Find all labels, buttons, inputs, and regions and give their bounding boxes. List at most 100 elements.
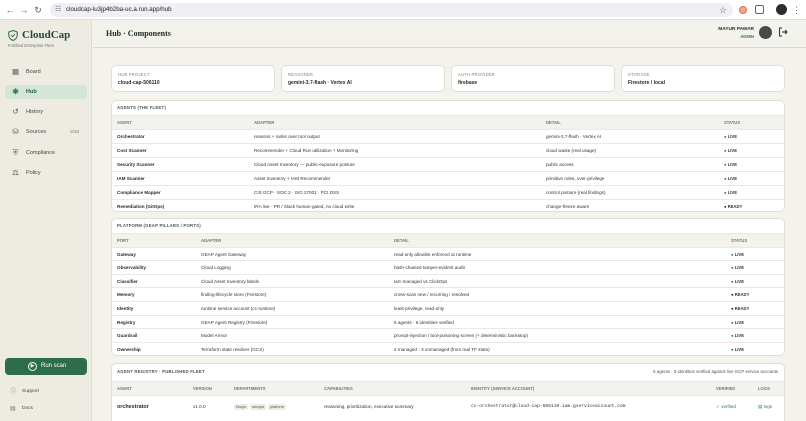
table-row[interactable]: Guardrail Model Armor prompt-injection /…: [112, 328, 784, 342]
brand-name: CloudCap: [22, 29, 71, 41]
sidebar-item-label: Compliance: [26, 150, 56, 156]
department-tag: platform: [268, 404, 286, 410]
url-text[interactable]: cloudcap-lu3jp4b2ba-uc.a.run.app/hub: [66, 3, 172, 17]
logs-link[interactable]: ▤ logs: [758, 396, 772, 418]
help-icon: ⓘ: [10, 389, 17, 395]
port-detail: prompt-injection / tool-poisoning screen…: [394, 333, 528, 339]
scales-icon: ⚖: [12, 168, 19, 177]
support-label: Support: [22, 389, 39, 394]
user-role: ADMIN: [740, 34, 754, 39]
table-header: AGENT ADAPTER DETAIL STATUS: [112, 115, 784, 129]
sidebar-item-compliance[interactable]: ⛨ Compliance: [5, 146, 87, 160]
department-tags: finops secops platform: [234, 396, 288, 418]
site-info-icon[interactable]: ☷: [55, 5, 61, 15]
status-text: READY: [734, 306, 750, 311]
extensions-puzzle-icon[interactable]: [755, 5, 764, 14]
port-detail: 6 agents · 6 identities verified: [394, 319, 454, 325]
forward-icon[interactable]: →: [18, 4, 30, 16]
port-detail: hash-chained tamper-evident audit: [394, 265, 465, 271]
table-row[interactable]: Security Scanner Cloud Asset Inventory —…: [112, 157, 784, 171]
bookmark-star-icon[interactable]: ☆: [719, 4, 727, 16]
port-name: Memory: [117, 292, 135, 298]
status-badge: ● LIVE: [724, 148, 738, 153]
user-name: MAYUR PAWAR: [718, 27, 754, 32]
port-name: Ownership: [117, 346, 141, 352]
play-icon: ▶: [28, 362, 37, 371]
run-scan-label: Run scan: [41, 363, 67, 369]
status-badge: ● LIVE: [731, 333, 745, 339]
profile-avatar[interactable]: [776, 4, 787, 15]
status-badge: ● LIVE: [724, 134, 738, 139]
col-header: PORT: [117, 238, 129, 243]
sidebar: CloudCap Fortified Enterprise Fleet ▦ Bo…: [0, 20, 92, 421]
run-scan-button[interactable]: ▶ Run scan: [5, 358, 87, 375]
port-adapter: Cloud Asset Inventory labels: [201, 278, 259, 284]
grid-icon: ▦: [11, 67, 20, 76]
table-row[interactable]: Memory finding-lifecycle store (Firestor…: [112, 287, 784, 301]
sidebar-item-hub[interactable]: ❋ Hub: [5, 85, 87, 99]
table-row[interactable]: Classifier Cloud Asset Inventory labels …: [112, 273, 784, 288]
status-text: LIVE: [734, 333, 745, 339]
reload-icon[interactable]: ↻: [32, 4, 44, 16]
avatar[interactable]: [759, 26, 772, 39]
agent-version: v1.0.0: [193, 404, 206, 409]
port-adapter: Cloud Logging: [201, 265, 231, 271]
status-badge: ● LIVE: [731, 265, 745, 271]
sidebar-item-policy[interactable]: ⚖ Policy: [5, 166, 87, 180]
agent-adapter: reasons + ranks over tool output: [254, 134, 320, 139]
sidebar-item-label: Hub: [26, 89, 37, 95]
status-badge: ● LIVE: [731, 251, 745, 257]
status-text: LIVE: [727, 176, 738, 181]
port-detail: IaC-managed vs ClickOps: [394, 278, 448, 284]
table-row[interactable]: Gateway GEAP Agent Gateway read-only all…: [112, 246, 784, 261]
table-row[interactable]: Identity runtime service account (cc-run…: [112, 301, 784, 315]
table-row[interactable]: Cost Scanner Recommender + Cloud Run uti…: [112, 143, 784, 157]
table-row[interactable]: Observability Cloud Logging hash-chained…: [112, 260, 784, 274]
table-row[interactable]: Registry GEAP Agent Registry (Firestore)…: [112, 314, 784, 329]
table-row[interactable]: orchestrator v1.0.0 finops secops platform…: [112, 395, 784, 417]
card-value: gemini-3.7-flash · Vertex AI: [288, 80, 352, 86]
logs-text: logs: [763, 404, 773, 409]
status-text: READY: [734, 292, 750, 298]
table-row[interactable]: Remediation (GitOps) IRA live · PR / Sla…: [112, 199, 784, 211]
sidebar-item-label: Policy: [26, 170, 41, 176]
extension-icon[interactable]: [739, 6, 747, 14]
history-icon: ↺: [12, 107, 19, 116]
logout-icon[interactable]: [778, 27, 788, 37]
status-text: LIVE: [734, 346, 745, 352]
address-bar[interactable]: ☷ cloudcap-lu3jp4b2ba-uc.a.run.app/hub ☆: [50, 3, 733, 17]
sidebar-item-sources[interactable]: ⛁ Sources 2/10: [5, 125, 87, 139]
summary-card-hub-project: HUB PROJECT cloud-cap-506110: [111, 65, 275, 92]
agent-adapter: Asset Inventory + IAM Recommender: [254, 176, 331, 181]
agent-detail: control posture (real findings): [546, 190, 606, 195]
browser-menu-icon[interactable]: ⋮: [792, 4, 801, 16]
sources-count: 2/10: [70, 129, 79, 134]
card-label: HUB PROJECT: [118, 72, 150, 77]
port-adapter: runtime service account (cc-runtime): [201, 306, 276, 311]
table-row[interactable]: Compliance Mapper CIS GCP · SOC 2 · ISO …: [112, 185, 784, 199]
col-header: DETAIL: [394, 238, 409, 243]
table-row[interactable]: Ownership Terraform state resolver (GCS)…: [112, 341, 784, 355]
agent-name: Remediation (GitOps): [117, 204, 165, 209]
sidebar-item-board[interactable]: ▦ Board: [5, 65, 87, 79]
sidebar-item-history[interactable]: ↺ History: [5, 105, 87, 119]
status-text: LIVE: [734, 278, 745, 284]
col-header: STATUS: [724, 120, 741, 125]
card-label: REASONER: [288, 72, 314, 77]
table-row[interactable]: IAM Scanner Asset Inventory + IAM Recomm…: [112, 171, 784, 185]
port-detail: 2 managed · 3 unmanaged (from real TF st…: [394, 346, 490, 352]
agent-name: Orchestrator: [117, 134, 145, 139]
port-adapter: Terraform state resolver (GCS): [201, 346, 264, 352]
agent-name: Compliance Mapper: [117, 190, 161, 195]
port-adapter: GEAP Agent Gateway: [201, 251, 247, 257]
table-row[interactable]: Orchestrator reasons + ranks over tool o…: [112, 129, 784, 143]
card-value: Firestore / local: [628, 80, 665, 86]
status-badge: ● READY: [731, 292, 750, 298]
port-adapter: GEAP Agent Registry (Firestore): [201, 319, 268, 325]
back-icon[interactable]: ←: [4, 4, 16, 16]
status-text: LIVE: [727, 134, 738, 139]
department-tag: secops: [250, 404, 267, 410]
col-header: STATUS: [731, 238, 748, 243]
platform-table: PLATFORM (GEAP PILLARS / PORTS) PORT ADA…: [111, 218, 785, 356]
document-icon: ▤: [10, 406, 16, 412]
